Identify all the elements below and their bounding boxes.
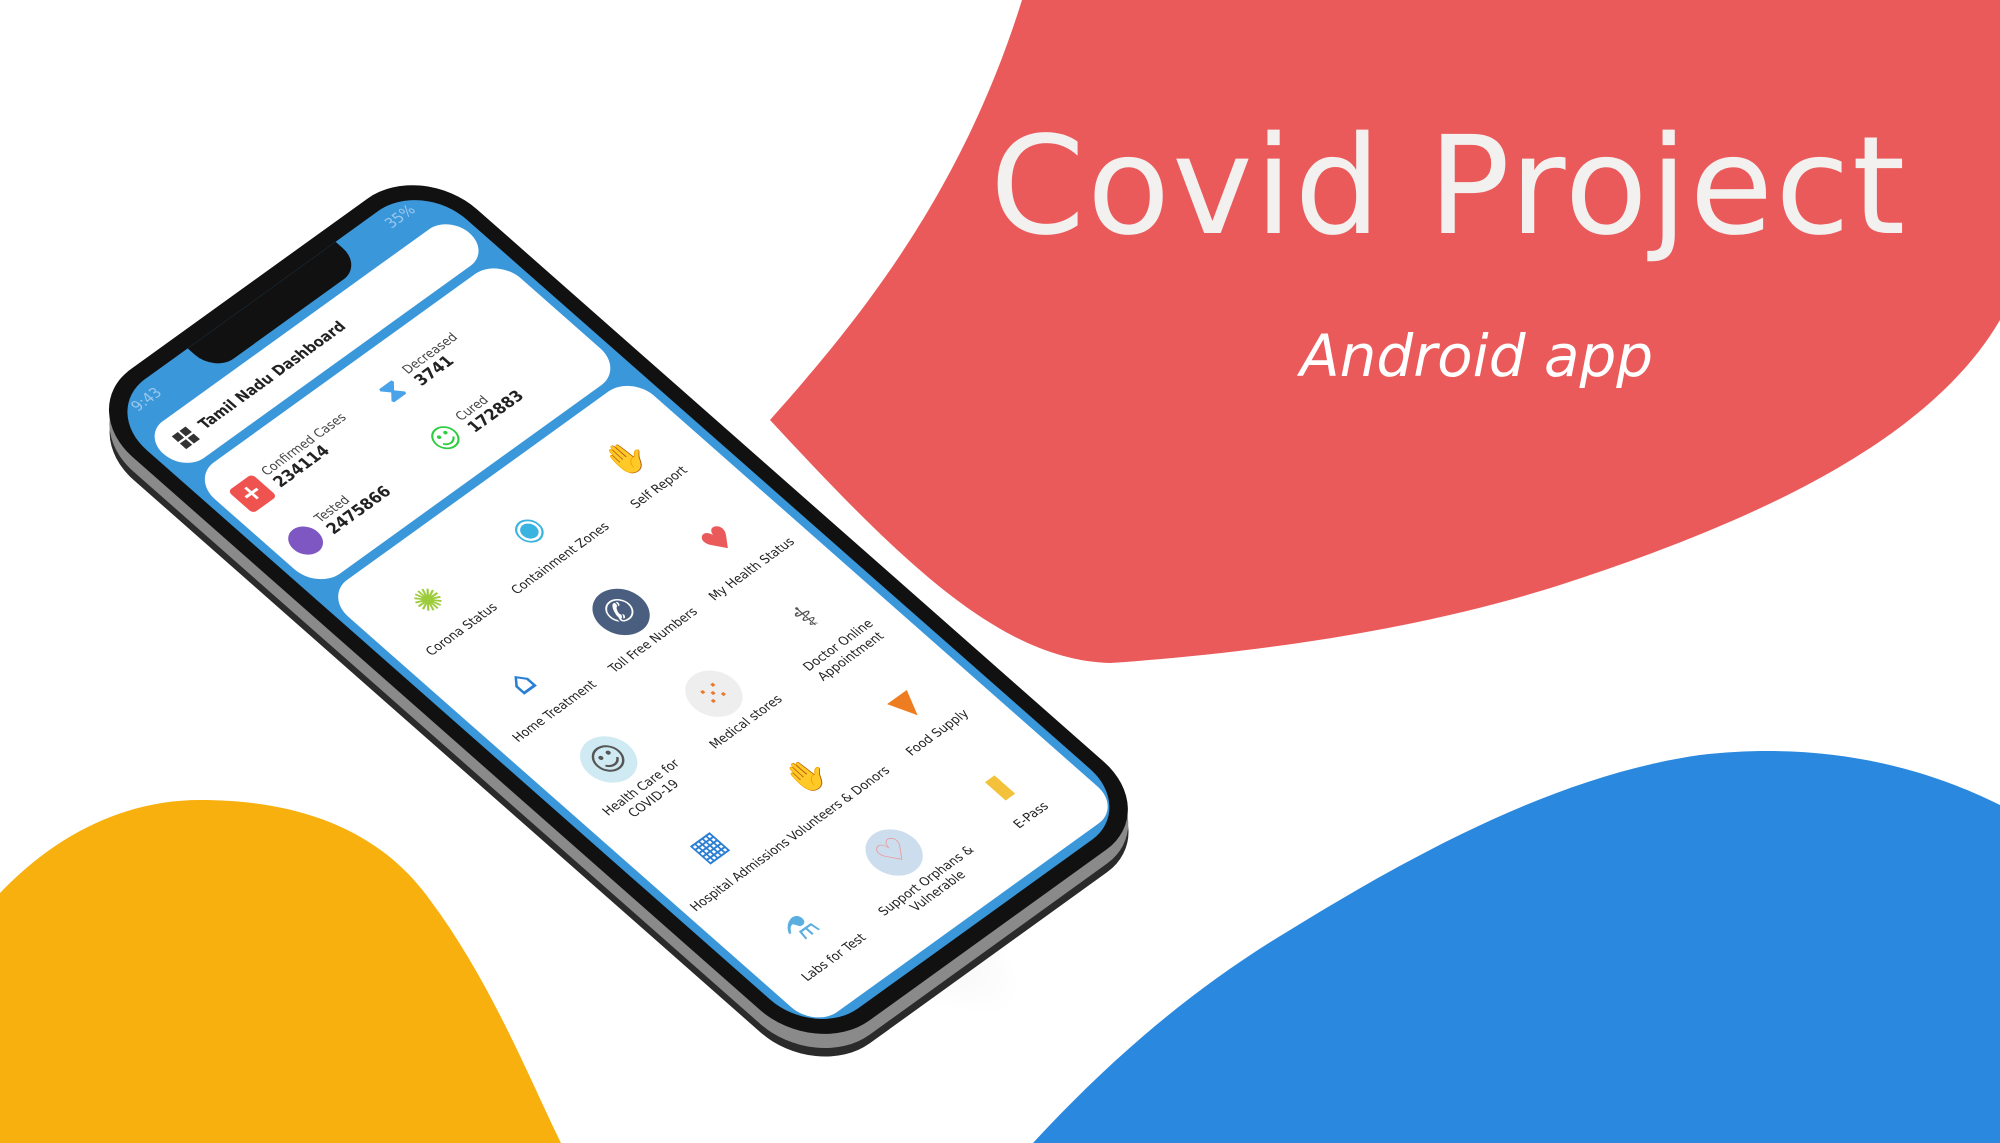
banner-subtitle: Android app bbox=[1300, 322, 1654, 390]
tested-icon bbox=[280, 520, 330, 560]
banner-title: Covid Project bbox=[990, 108, 1908, 266]
status-battery: 35% bbox=[381, 202, 420, 233]
dashboard-icon[interactable] bbox=[171, 426, 200, 450]
status-time: 9:43 bbox=[127, 385, 167, 416]
blue-blob bbox=[1033, 751, 2000, 1143]
yellow-blob bbox=[0, 800, 561, 1143]
plus-icon: + bbox=[227, 473, 277, 514]
